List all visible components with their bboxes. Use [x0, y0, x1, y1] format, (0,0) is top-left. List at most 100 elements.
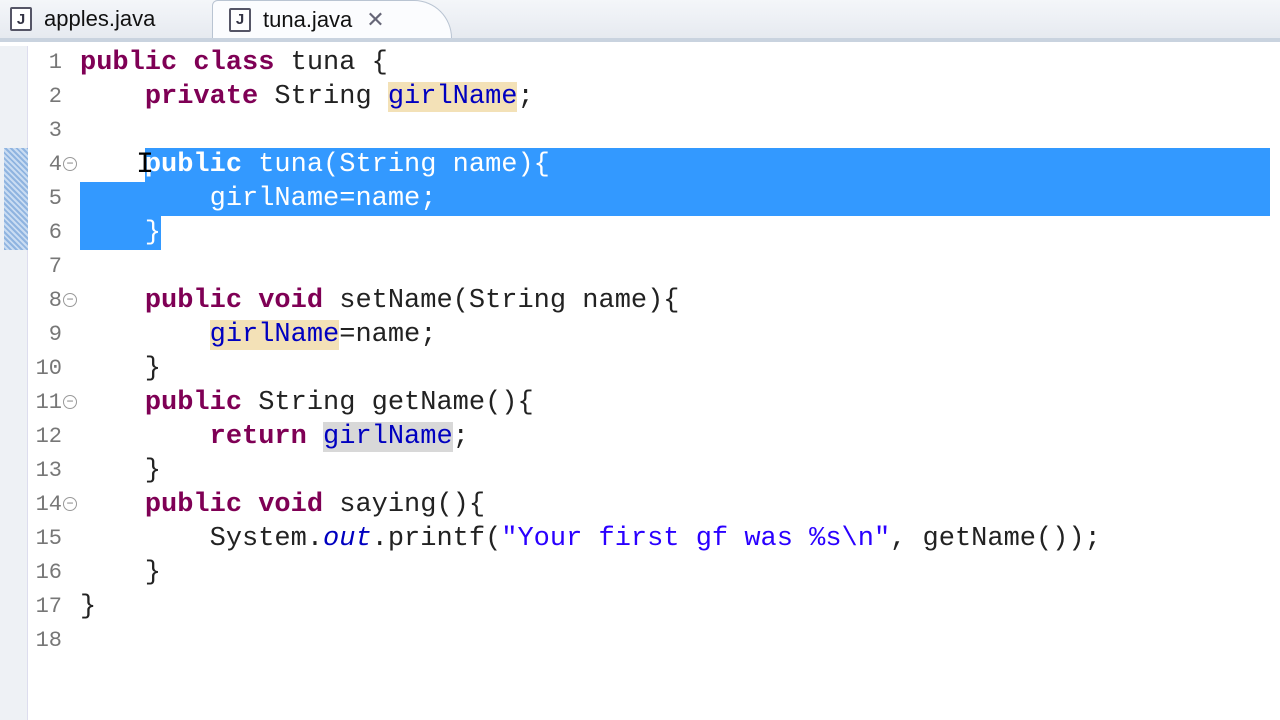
code-token: class — [193, 48, 275, 78]
line-number: 2 — [48, 84, 62, 109]
line-number: 7 — [48, 254, 62, 279]
text-cursor-icon: I — [136, 148, 155, 182]
code-token: "Your first gf was %s\n" — [501, 524, 891, 554]
code-line[interactable]: 11− public String getName(){ — [0, 386, 1280, 420]
code-token: saying(){ — [323, 490, 486, 520]
code-token: } — [80, 456, 162, 486]
line-number: 5 — [48, 186, 62, 211]
code-line[interactable]: 15 System.out.printf("Your first gf was … — [0, 522, 1280, 556]
code-token: =name; — [339, 320, 437, 350]
code-token: System. — [80, 524, 324, 554]
code-text: private String girlName; — [80, 80, 534, 114]
code-text: } — [80, 352, 161, 386]
tab-tuna-java[interactable]: J tuna.java ✕ — [212, 0, 452, 38]
line-number: 3 — [48, 118, 62, 143]
code-line[interactable]: 3 — [0, 114, 1280, 148]
code-line[interactable]: 12 return girlName; — [0, 420, 1280, 454]
code-token: private — [144, 82, 259, 112]
code-text: System.out.printf("Your first gf was %s\… — [80, 522, 1101, 556]
code-text: girlName=name; — [80, 318, 436, 352]
code-line[interactable]: 14− public void saying(){ — [0, 488, 1280, 522]
code-token: } — [80, 592, 97, 622]
code-text: } — [80, 216, 161, 250]
code-text: public String getName(){ — [80, 386, 534, 420]
line-number: 14 — [35, 492, 62, 517]
tab-apples-java[interactable]: J apples.java — [10, 0, 155, 38]
code-token: } — [80, 558, 162, 588]
fold-toggle-icon[interactable]: − — [63, 395, 77, 409]
close-tab-icon[interactable]: ✕ — [366, 7, 384, 33]
code-line[interactable]: 16 } — [0, 556, 1280, 590]
editor-tab-bar: J apples.java J tuna.java ✕ — [0, 0, 1280, 42]
line-number: 6 — [48, 220, 62, 245]
code-line[interactable]: 9 girlName=name; — [0, 318, 1280, 352]
code-token: girlName — [209, 184, 340, 214]
java-file-icon: J — [10, 7, 32, 31]
code-token: void — [258, 490, 324, 520]
code-line[interactable]: 10 } — [0, 352, 1280, 386]
code-text: return girlName; — [80, 420, 469, 454]
code-line[interactable]: 8− public void setName(String name){ — [0, 284, 1280, 318]
code-token: return — [209, 422, 307, 452]
code-token: girlName — [323, 422, 453, 452]
line-number: 1 — [48, 50, 62, 75]
java-file-icon: J — [229, 7, 251, 32]
code-text: public void saying(){ — [80, 488, 485, 522]
code-token: girlName — [209, 320, 340, 350]
line-number: 15 — [35, 526, 62, 551]
tab-label: apples.java — [44, 6, 156, 31]
code-token: String — [258, 82, 388, 112]
code-text: public void setName(String name){ — [80, 284, 680, 318]
code-token: } — [80, 354, 162, 384]
code-line[interactable]: 13 } — [0, 454, 1280, 488]
code-token: setName(String name){ — [323, 286, 680, 316]
code-line[interactable]: 17} — [0, 590, 1280, 624]
line-number: 13 — [35, 458, 62, 483]
code-token: .printf( — [371, 524, 502, 554]
code-token: tuna(String name){ — [242, 150, 550, 180]
line-number: 11 — [35, 390, 62, 415]
fold-toggle-icon[interactable]: − — [63, 293, 77, 307]
line-number: 12 — [35, 424, 62, 449]
code-text: } — [80, 590, 96, 624]
line-number: 10 — [35, 356, 62, 381]
code-token: girlName — [387, 82, 518, 112]
code-text: } — [80, 556, 161, 590]
code-token: public — [80, 48, 178, 78]
code-token: void — [258, 286, 324, 316]
code-token: ; — [452, 422, 469, 452]
code-token: out — [323, 524, 372, 554]
fold-toggle-icon[interactable]: − — [63, 497, 77, 511]
line-number: 9 — [48, 322, 62, 347]
code-line[interactable]: 1 public class tuna { — [0, 46, 1280, 80]
code-text: public class tuna { — [80, 46, 388, 80]
code-token: tuna { — [274, 48, 388, 78]
code-line[interactable]: 18 — [0, 624, 1280, 658]
code-token: public — [144, 388, 243, 418]
code-text: girlName=name; — [80, 182, 437, 216]
code-token: String getName(){ — [242, 388, 534, 418]
code-token: =name; — [339, 184, 437, 214]
fold-toggle-icon[interactable]: − — [63, 157, 77, 171]
line-number: 18 — [35, 628, 62, 653]
code-line[interactable]: 4− public tuna(String name){ — [0, 148, 1280, 182]
code-token: ; — [517, 82, 534, 112]
code-token: public — [144, 286, 243, 316]
tab-label: tuna.java — [263, 6, 353, 32]
line-number: 17 — [35, 594, 62, 619]
code-token: } — [80, 218, 162, 248]
code-token: public — [144, 150, 243, 180]
code-line[interactable]: 6 } — [0, 216, 1280, 250]
code-text: } — [80, 454, 161, 488]
code-line[interactable]: 7 — [0, 250, 1280, 284]
code-line[interactable]: 2 private String girlName; — [0, 80, 1280, 114]
code-line[interactable]: 5 girlName=name; — [0, 182, 1280, 216]
